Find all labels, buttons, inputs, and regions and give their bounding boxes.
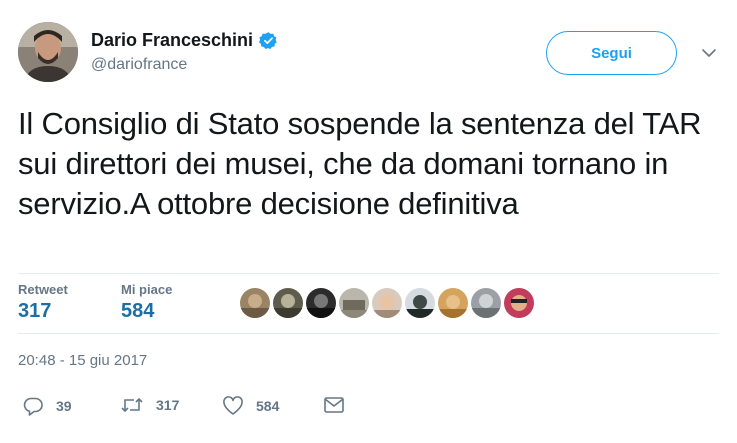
liker-avatar[interactable] [273,288,303,318]
chevron-down-icon[interactable] [700,44,718,62]
follow-button[interactable]: Segui [546,31,677,75]
likes-stat[interactable]: Mi piace 584 [121,282,172,323]
like-count: 584 [256,398,280,414]
author-name-row: Dario Franceschini [91,30,278,51]
retweet-button[interactable]: 317 [120,396,179,414]
retweet-stat[interactable]: Retweet 317 [18,282,68,323]
liker-avatar[interactable] [405,288,435,318]
likers-list [240,288,537,318]
liker-avatar[interactable] [339,288,369,318]
verified-badge-icon [259,32,277,50]
likes-stat-value: 584 [121,300,155,322]
liker-avatar[interactable] [372,288,402,318]
reply-icon [23,397,43,416]
retweet-stat-value: 317 [18,300,52,322]
reply-count: 39 [56,398,72,414]
retweet-icon [121,398,143,412]
liker-avatar[interactable] [306,288,336,318]
author-avatar[interactable] [18,22,78,82]
liker-avatar[interactable] [438,288,468,318]
divider [18,333,719,334]
divider [18,273,719,274]
tweet-timestamp[interactable]: 20:48 - 15 giu 2017 [18,352,147,369]
retweet-count: 317 [156,397,180,413]
liker-avatar[interactable] [504,288,534,318]
liker-avatar[interactable] [240,288,270,318]
like-button[interactable]: 584 [222,396,279,416]
envelope-icon [324,397,344,413]
liker-avatar[interactable] [471,288,501,318]
tweet-text: Il Consiglio di Stato sospende la senten… [18,106,702,221]
author-name[interactable]: Dario Franceschini [91,30,253,51]
direct-message-button[interactable] [323,396,345,414]
retweet-stat-label: Retweet [18,282,68,297]
reply-button[interactable]: 39 [22,396,72,416]
author-handle[interactable]: @dariofrance [91,56,187,74]
likes-stat-label: Mi piace [121,282,173,297]
heart-icon [223,396,243,415]
